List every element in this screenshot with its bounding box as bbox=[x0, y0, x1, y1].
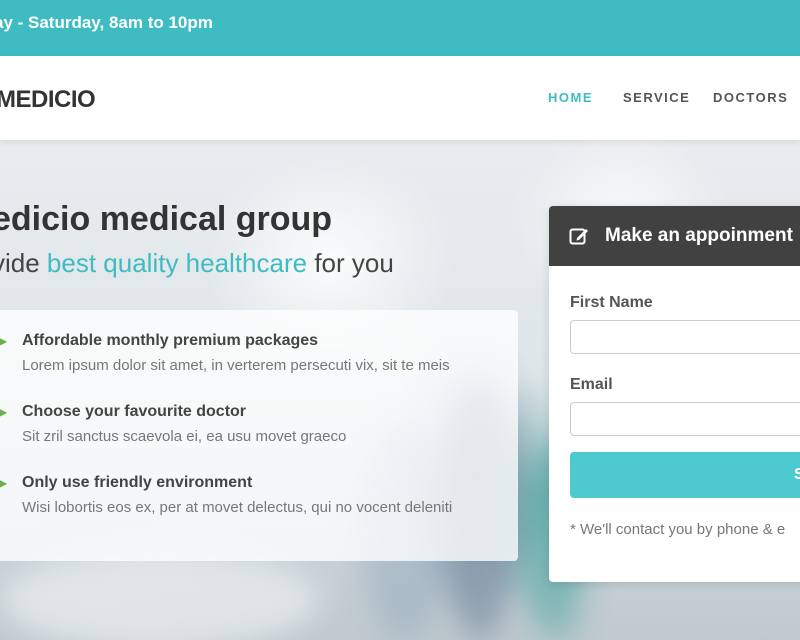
email-input[interactable] bbox=[570, 402, 800, 436]
appointment-header: Make an appoinment bbox=[549, 206, 800, 266]
feature-description: Wisi lobortis eos ex, per at movet delec… bbox=[22, 499, 453, 516]
check-icon: ▶ bbox=[0, 405, 8, 419]
feature-description: Sit zril sanctus scaevola ei, ea usu mov… bbox=[22, 428, 347, 445]
hero-subtitle-suffix: for you bbox=[307, 248, 394, 278]
appointment-form: Make an appoinment First Name Email S * … bbox=[549, 206, 800, 582]
first-name-input[interactable] bbox=[570, 320, 800, 354]
features-panel: ▶ Affordable monthly premium packages Lo… bbox=[0, 310, 518, 561]
navbar: MEDICIO HOME SERVICE DOCTORS bbox=[0, 56, 800, 140]
hero-subtitle-prefix: vide bbox=[0, 248, 40, 278]
background-blur bbox=[0, 550, 320, 640]
submit-button[interactable]: S bbox=[570, 452, 800, 498]
hero-subtitle-accent: best quality healthcare bbox=[46, 248, 308, 278]
hero-section: edicio medical group vide best quality h… bbox=[0, 140, 800, 640]
feature-title: Choose your favourite doctor bbox=[22, 403, 247, 420]
first-name-label: First Name bbox=[570, 294, 653, 311]
site-logo[interactable]: MEDICIO bbox=[0, 86, 96, 114]
edit-icon bbox=[569, 228, 588, 245]
nav-doctors[interactable]: DOCTORS bbox=[713, 90, 788, 105]
nav-home[interactable]: HOME bbox=[548, 90, 593, 105]
check-icon: ▶ bbox=[0, 476, 8, 490]
feature-title: Affordable monthly premium packages bbox=[22, 332, 319, 349]
opening-hours-text: ay - Saturday, 8am to 10pm bbox=[0, 13, 213, 32]
email-label: Email bbox=[570, 376, 613, 393]
hero-title: edicio medical group bbox=[0, 200, 333, 238]
appointment-heading: Make an appoinment bbox=[605, 225, 793, 246]
feature-title: Only use friendly environment bbox=[22, 474, 253, 491]
check-icon: ▶ bbox=[0, 334, 8, 348]
nav-service[interactable]: SERVICE bbox=[623, 90, 690, 105]
top-info-bar: ay - Saturday, 8am to 10pm bbox=[0, 0, 800, 56]
hero-subtitle: vide best quality healthcare for you bbox=[0, 248, 394, 279]
contact-note: * We'll contact you by phone & e bbox=[570, 521, 786, 538]
feature-description: Lorem ipsum dolor sit amet, in verterem … bbox=[22, 357, 450, 374]
